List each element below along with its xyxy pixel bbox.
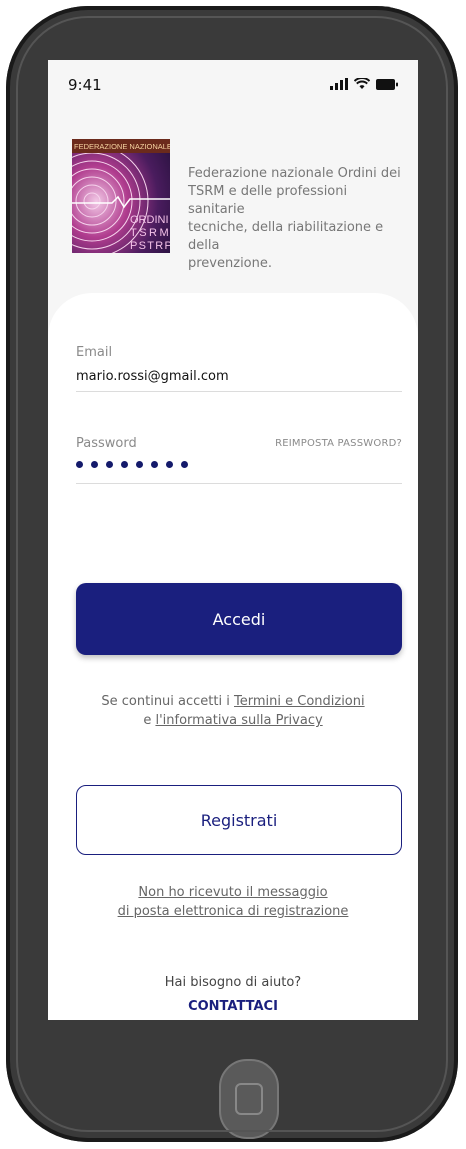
login-card: Email mario.rossi@gmail.com Password REI… — [48, 293, 418, 1020]
home-button[interactable] — [219, 1059, 279, 1139]
password-field[interactable] — [76, 461, 188, 468]
password-label: Password — [76, 436, 137, 451]
battery-icon — [376, 78, 398, 90]
terms-link[interactable]: Termini e Condizioni — [234, 694, 365, 709]
email-underline — [76, 391, 402, 392]
description-line: tecniche, della riabilitazione e della — [188, 220, 384, 253]
signal-icon — [330, 78, 348, 90]
password-dot — [91, 461, 98, 468]
password-dot — [76, 461, 83, 468]
help-question: Hai bisogno di aiuto? — [164, 975, 302, 990]
fnotsrm-logo: FEDERAZIONE NAZIONALE ORDINI TSRM PSTRP — [72, 139, 170, 253]
description-line: Federazione nazionale Ordini dei — [188, 166, 401, 181]
description-line: prevenzione. — [188, 256, 272, 271]
logo-text-ordini: ORDINI — [130, 214, 169, 226]
resend-email-link-line-2[interactable]: di posta elettronica di registrazione — [48, 904, 418, 919]
password-dot — [106, 461, 113, 468]
wifi-icon — [354, 78, 370, 89]
logo-text-pstrp: PSTRP — [130, 240, 170, 252]
password-dot — [121, 461, 128, 468]
terms-prefix: Se continui accetti i — [101, 694, 234, 709]
resend-email-link[interactable]: Non ho ricevuto il messaggio — [138, 885, 327, 900]
resend-email-link[interactable]: di posta elettronica di registrazione — [118, 904, 349, 919]
password-dot — [136, 461, 143, 468]
reset-password-link[interactable]: REIMPOSTA PASSWORD? — [275, 438, 402, 449]
password-underline — [76, 483, 402, 484]
password-dot — [151, 461, 158, 468]
privacy-link[interactable]: l'informativa sulla Privacy — [155, 713, 322, 728]
password-dot — [166, 461, 173, 468]
description-line: TSRM e delle professioni sanitarie — [188, 184, 348, 217]
federation-description: Federazione nazionale Ordini dei TSRM e … — [188, 165, 406, 273]
home-button-icon — [235, 1083, 263, 1115]
email-label: Email — [76, 345, 113, 360]
resend-email-link-line-1[interactable]: Non ho ricevuto il messaggio — [48, 885, 418, 900]
logo-text-tsrm: TSRM — [130, 227, 170, 239]
contact-link[interactable]: CONTATTACI — [48, 999, 418, 1014]
terms-line-2: e l'informativa sulla Privacy — [48, 713, 418, 728]
login-button[interactable]: Accedi — [76, 583, 402, 655]
password-dot — [181, 461, 188, 468]
privacy-prefix: e — [143, 713, 156, 728]
app-screen: 9:41 FEDERAZIONE NAZIONALE ORDINI TSRM P… — [48, 60, 418, 1020]
status-icons — [330, 78, 398, 90]
terms-line-1: Se continui accetti i Termini e Condizio… — [48, 694, 418, 709]
email-field[interactable]: mario.rossi@gmail.com — [76, 369, 229, 384]
logo-text-top: FEDERAZIONE NAZIONALE — [74, 142, 170, 151]
status-time: 9:41 — [68, 76, 102, 94]
register-button[interactable]: Registrati — [76, 785, 402, 855]
